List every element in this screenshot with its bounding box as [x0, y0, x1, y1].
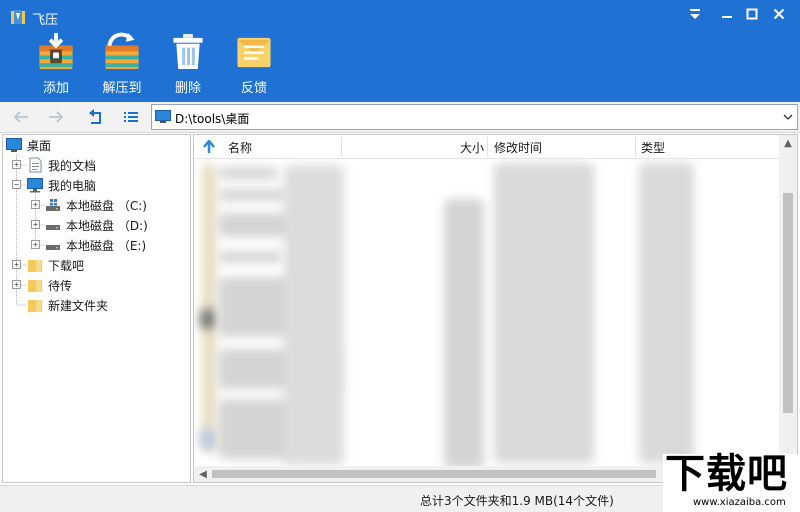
computer-icon	[27, 178, 43, 193]
archive-extract-icon	[105, 32, 139, 70]
tree-item-label: 本地磁盘 （E:)	[66, 238, 147, 253]
tree-item-my-computer[interactable]: 我的电脑	[27, 176, 96, 194]
mail-feedback-icon	[237, 37, 271, 68]
drive-icon	[46, 245, 60, 250]
folder-icon	[28, 260, 42, 272]
file-list: 名称 大小 修改时间 类型 ▲ ▼ ◀	[193, 134, 798, 483]
folder-icon	[28, 300, 42, 312]
trash-icon	[173, 33, 203, 70]
tree-expander[interactable]: +	[12, 280, 21, 289]
system-drive-icon	[46, 199, 60, 211]
maximize-button[interactable]	[741, 4, 763, 24]
arrow-up-icon	[203, 140, 215, 153]
horizontal-scroll-thumb[interactable]	[212, 470, 656, 478]
column-size[interactable]: 大小	[344, 135, 484, 159]
tree-item-label: 我的电脑	[48, 178, 97, 193]
add-button[interactable]: 添加	[26, 32, 86, 96]
address-bar[interactable]: D:\tools\桌面	[151, 104, 798, 130]
tree-item-label: 新建文件夹	[48, 298, 109, 313]
column-type[interactable]: 类型	[641, 135, 761, 159]
arrow-left-icon	[13, 111, 28, 123]
column-divider[interactable]	[341, 137, 342, 157]
minimize-icon	[722, 16, 732, 18]
feedback-label: 反馈	[240, 81, 267, 96]
site-watermark: 下载吧 www.xiazaiba.com	[663, 451, 800, 512]
tree-item-label: 桌面	[27, 138, 52, 153]
tree-expander[interactable]: −	[12, 180, 21, 189]
column-name[interactable]: 名称	[228, 135, 340, 159]
column-divider[interactable]	[487, 137, 488, 157]
tree-expander[interactable]: +	[12, 260, 21, 269]
list-view-icon	[124, 112, 138, 122]
desktop-icon	[6, 138, 22, 152]
tree-expander[interactable]: +	[31, 220, 40, 229]
scroll-left-arrow-icon[interactable]: ◀	[197, 468, 209, 480]
tree-item-drive-d[interactable]: 本地磁盘 （D:)	[45, 216, 148, 234]
close-button[interactable]	[768, 4, 790, 24]
tree-item-desktop[interactable]: 桌面	[6, 136, 51, 154]
back-button[interactable]	[10, 107, 32, 127]
extract-to-label: 解压到	[102, 81, 142, 96]
tree-item-folder-pending[interactable]: 待传	[27, 276, 72, 294]
watermark-logo-text: 下载吧	[665, 451, 788, 497]
add-label: 添加	[42, 81, 69, 96]
status-summary: 总计3个文件夹和1.9 MB(14个文件)	[420, 494, 614, 508]
sort-up-button[interactable]	[202, 135, 216, 159]
tree-item-label: 下载吧	[48, 258, 85, 273]
return-up-icon	[89, 109, 101, 124]
address-path: D:\tools\桌面	[175, 112, 250, 126]
tree-item-label: 待传	[48, 278, 73, 293]
tree-item-folder-xiazaiba[interactable]: 下载吧	[27, 256, 84, 274]
arrow-right-icon	[49, 111, 64, 123]
column-modified[interactable]: 修改时间	[494, 135, 634, 159]
desktop-icon	[155, 110, 171, 123]
folder-tree: 桌面 + 我的文档 − 我的电脑 + 本地磁盘 （C:) + 本地磁盘 （D:)	[2, 134, 191, 483]
archive-add-icon	[39, 32, 73, 70]
tree-expander[interactable]: +	[12, 160, 21, 169]
documents-icon	[29, 157, 42, 173]
delete-button[interactable]: 删除	[158, 32, 218, 96]
feedback-button[interactable]: 反馈	[224, 32, 284, 96]
tree-item-drive-c[interactable]: 本地磁盘 （C:)	[45, 196, 147, 214]
tree-item-my-documents[interactable]: 我的文档	[27, 156, 96, 174]
tree-item-folder-new[interactable]: 新建文件夹	[27, 296, 108, 314]
menu-button[interactable]	[684, 4, 706, 24]
close-icon	[773, 8, 785, 20]
chevron-down-icon[interactable]	[782, 111, 794, 123]
tree-item-label: 我的文档	[48, 158, 97, 173]
scroll-up-arrow-icon[interactable]: ▲	[782, 137, 794, 149]
column-header-row: 名称 大小 修改时间 类型	[194, 135, 779, 159]
column-divider[interactable]	[635, 137, 636, 157]
tree-expander[interactable]: +	[31, 200, 40, 209]
app-logo-icon	[11, 10, 25, 24]
up-level-button[interactable]	[85, 107, 107, 127]
vertical-scrollbar[interactable]: ▲ ▼	[779, 135, 797, 468]
menu-icon	[690, 9, 700, 19]
title-bar: 飞压 添加 解压到 删除 反馈	[0, 0, 800, 102]
folder-icon	[28, 280, 42, 292]
tree-item-label: 本地磁盘 （D:)	[66, 218, 148, 233]
extract-to-button[interactable]: 解压到	[92, 32, 152, 96]
tree-item-label: 本地磁盘 （C:)	[66, 198, 147, 213]
forward-button[interactable]	[45, 107, 67, 127]
window-title: 飞压	[32, 13, 59, 28]
delete-label: 删除	[174, 81, 201, 96]
maximize-icon	[746, 8, 758, 20]
tree-item-drive-e[interactable]: 本地磁盘 （E:)	[45, 236, 146, 254]
tree-expander[interactable]: +	[31, 240, 40, 249]
minimize-button[interactable]	[716, 4, 738, 24]
blurred-file-rows	[194, 159, 779, 469]
vertical-scroll-thumb[interactable]	[783, 193, 793, 413]
watermark-url: www.xiazaiba.com	[693, 497, 786, 508]
drive-icon	[46, 225, 60, 230]
view-list-button[interactable]	[120, 107, 142, 127]
